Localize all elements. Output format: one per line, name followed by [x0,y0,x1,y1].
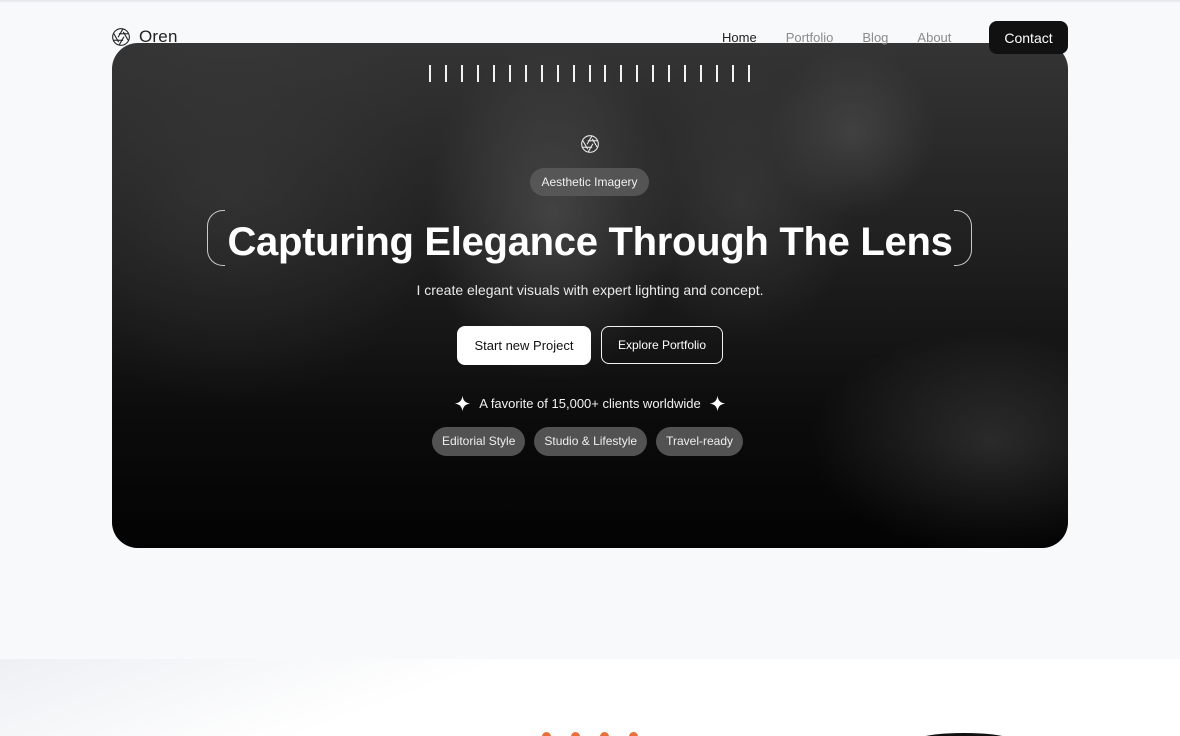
decorative-tick-marks [429,65,751,83]
aperture-icon [112,28,130,46]
tick-mark [636,65,639,82]
tick-mark [460,65,463,82]
next-section-image-fade [0,659,520,736]
tick-mark [588,65,591,82]
tick-mark [540,65,543,82]
tick-mark [429,65,431,82]
trust-statement: A favorite of 15,000+ clients worldwide [450,394,730,412]
nav-about[interactable]: About [917,30,951,46]
hero-badge: Aesthetic Imagery [530,168,649,196]
tick-mark [572,65,575,82]
nav-portfolio[interactable]: Portfolio [786,30,834,46]
tick-mark [652,65,655,82]
tick-mark [732,65,735,82]
tick-mark [492,65,495,82]
rating-dots [542,732,638,736]
contact-button[interactable]: Contact [989,21,1068,54]
tick-mark [524,65,527,82]
tick-mark [508,65,511,82]
sparkle-icon [454,395,471,411]
start-project-button[interactable]: Start new Project [457,326,591,365]
aperture-icon [581,135,599,153]
tick-mark [748,65,750,82]
tick-mark [556,65,559,82]
tick-mark [444,65,447,82]
dot [542,732,551,736]
dot [600,732,609,736]
main-nav: Home Portfolio Blog About [722,30,980,46]
sparkle-icon [709,395,726,411]
tag-travel-ready: Travel-ready [656,427,744,456]
explore-portfolio-button[interactable]: Explore Portfolio [601,326,723,364]
hero-tags: Editorial Style Studio & Lifestyle Trave… [432,427,744,456]
hero-headline: Capturing Elegance Through The Lens [227,220,953,264]
brand-logo[interactable]: Oren [111,27,178,47]
tick-mark [684,65,687,82]
nav-blog[interactable]: Blog [862,30,888,46]
dot [571,732,580,736]
tick-mark [716,65,719,82]
tick-mark [668,65,671,82]
top-edge-shadow [0,0,1180,3]
hero-subheadline: I create elegant visuals with expert lig… [416,282,764,298]
nav-home[interactable]: Home [722,30,757,46]
tag-editorial: Editorial Style [432,427,526,456]
trust-text: A favorite of 15,000+ clients worldwide [479,395,701,411]
brand-name: Oren [139,27,178,46]
tick-mark [604,65,607,82]
tick-mark [476,65,479,82]
dot [629,732,638,736]
tick-mark [620,65,623,82]
tick-mark [700,65,703,82]
tag-studio-lifestyle: Studio & Lifestyle [534,427,648,456]
